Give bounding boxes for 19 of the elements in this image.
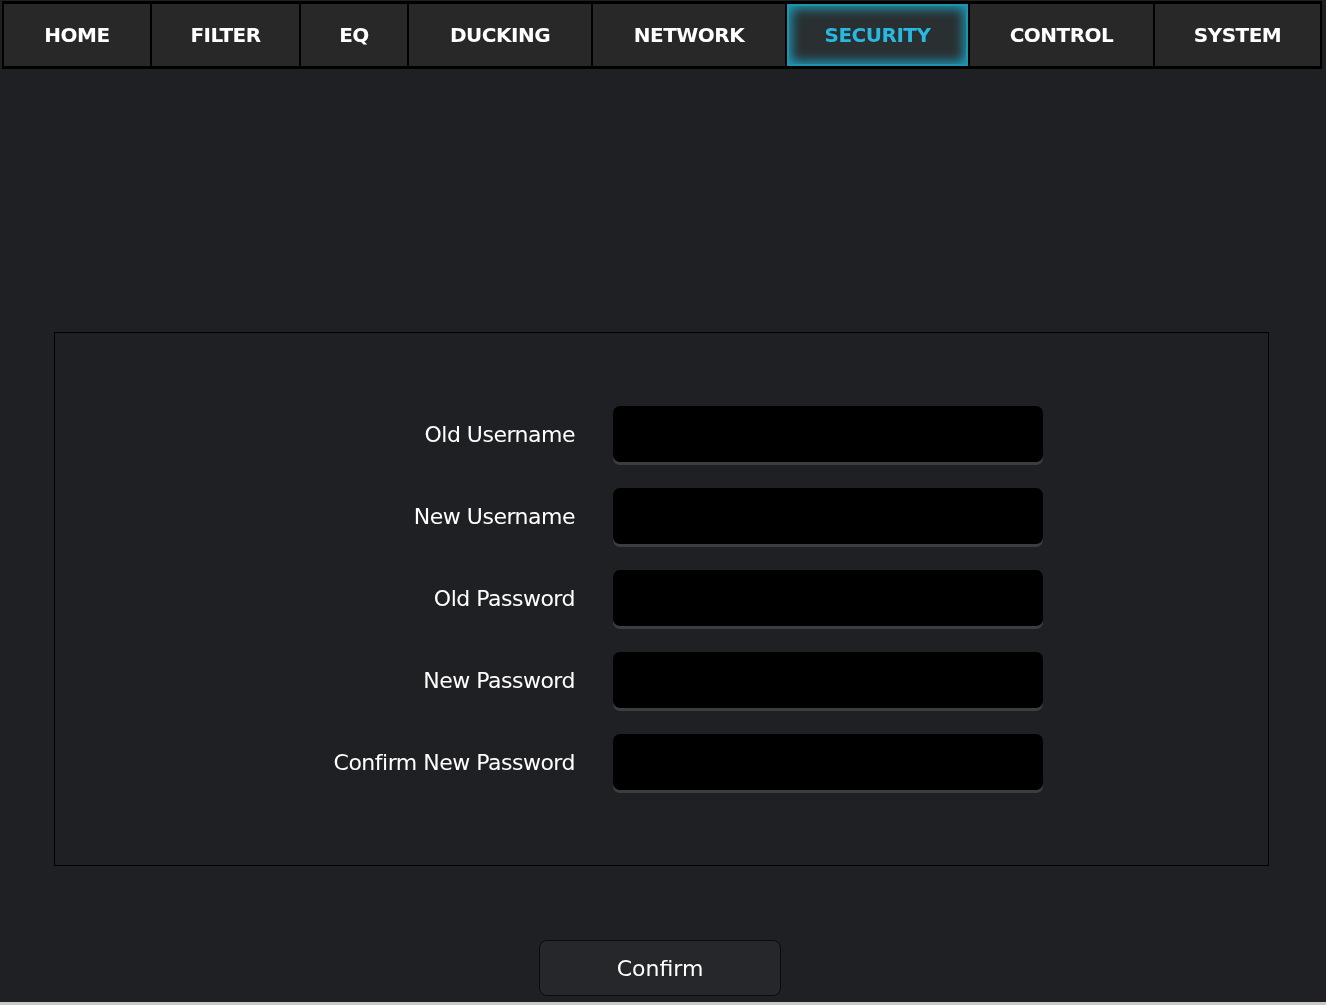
- tab[interactable]: HOME: [4, 4, 150, 66]
- field-label: Old Password: [433, 585, 575, 611]
- field-label: New Username: [413, 503, 575, 529]
- tab[interactable]: EQ: [301, 4, 407, 66]
- tab[interactable]: SECURITY: [787, 4, 968, 66]
- confirm-button[interactable]: Confirm: [539, 940, 781, 996]
- input-field[interactable]: [613, 488, 1043, 544]
- tab[interactable]: FILTER: [152, 4, 299, 66]
- tab[interactable]: NETWORK: [593, 4, 785, 66]
- tab[interactable]: DUCKING: [409, 4, 591, 66]
- field-label: Old Username: [424, 421, 575, 447]
- field-label: New Password: [423, 667, 575, 693]
- tab[interactable]: CONTROL: [970, 4, 1153, 66]
- input-field[interactable]: [613, 406, 1043, 462]
- field-label: Confirm New Password: [333, 749, 575, 775]
- input-field[interactable]: [613, 734, 1043, 790]
- tab[interactable]: SYSTEM: [1155, 4, 1320, 66]
- input-field[interactable]: [613, 570, 1043, 626]
- input-field[interactable]: [613, 652, 1043, 708]
